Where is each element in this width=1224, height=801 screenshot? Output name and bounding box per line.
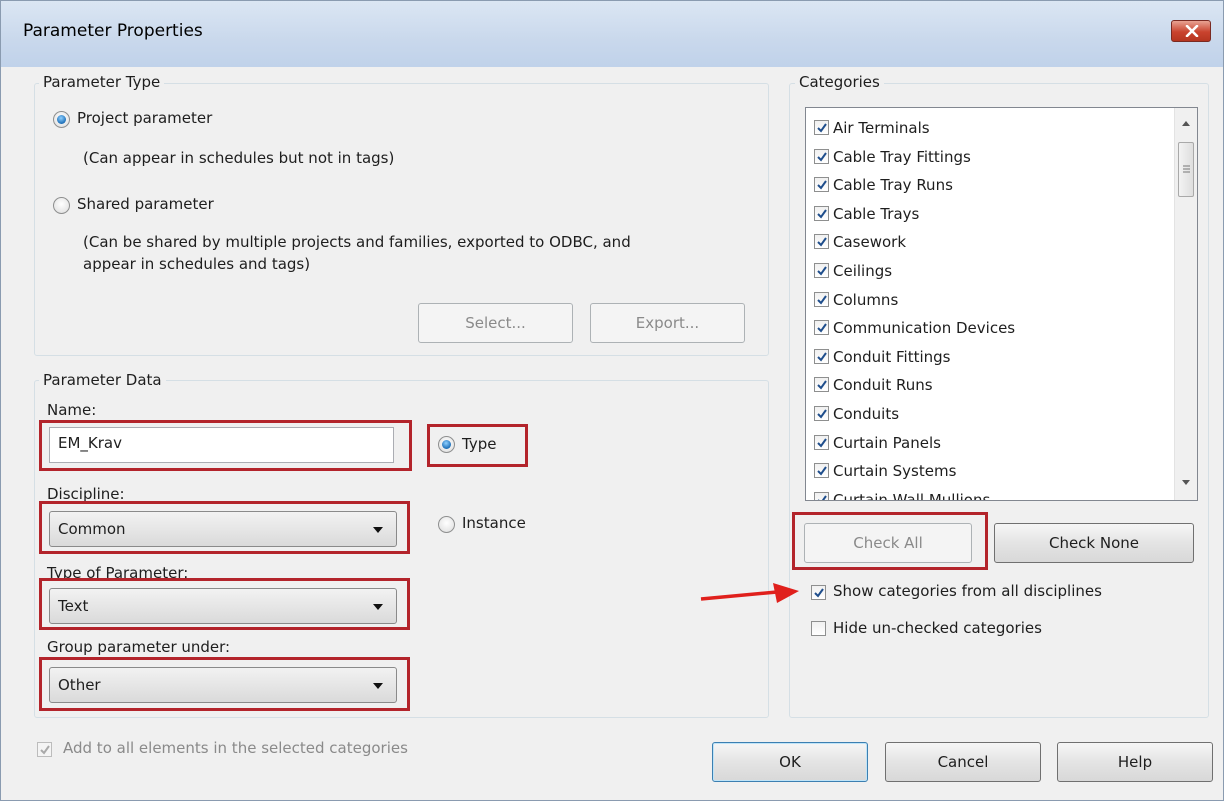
name-highlight bbox=[39, 420, 412, 471]
title-bar[interactable]: Parameter Properties bbox=[1, 1, 1223, 67]
category-label: Curtain Wall Mullions bbox=[833, 490, 991, 501]
name-label: Name: bbox=[47, 401, 97, 419]
checkmark-icon bbox=[814, 588, 824, 598]
add-to-all-elements-checkbox[interactable] bbox=[37, 742, 52, 757]
instance-radio[interactable] bbox=[438, 516, 455, 533]
instance-label[interactable]: Instance bbox=[462, 514, 526, 532]
category-label: Casework bbox=[833, 233, 907, 252]
checkmark-icon bbox=[817, 266, 827, 276]
project-parameter-radio[interactable] bbox=[53, 111, 70, 128]
help-button[interactable]: Help bbox=[1057, 742, 1213, 782]
select-button[interactable]: Select... bbox=[418, 303, 573, 343]
category-checkbox[interactable] bbox=[814, 263, 829, 278]
show-all-disciplines-label[interactable]: Show categories from all disciplines bbox=[833, 582, 1102, 600]
checkmark-icon bbox=[817, 295, 827, 305]
close-button[interactable] bbox=[1171, 20, 1211, 42]
category-label: Curtain Panels bbox=[833, 433, 941, 452]
checkmark-icon bbox=[817, 438, 827, 448]
dialog-title: Parameter Properties bbox=[23, 21, 203, 41]
shared-parameter-description-line2: appear in schedules and tags) bbox=[83, 255, 311, 273]
parameter-type-legend: Parameter Type bbox=[39, 73, 165, 91]
shared-parameter-label[interactable]: Shared parameter bbox=[77, 195, 214, 213]
checkmark-icon bbox=[817, 123, 827, 133]
category-label: Air Terminals bbox=[833, 119, 930, 137]
hide-unchecked-checkbox[interactable] bbox=[811, 621, 826, 636]
category-checkbox[interactable] bbox=[814, 463, 829, 479]
category-label: Conduits bbox=[833, 405, 900, 423]
project-parameter-label[interactable]: Project parameter bbox=[77, 109, 212, 127]
category-checkbox[interactable] bbox=[814, 434, 829, 450]
discipline-highlight bbox=[39, 501, 410, 554]
scroll-up-icon[interactable] bbox=[1182, 120, 1190, 126]
parameter-properties-dialog: Parameter Properties Parameter Type Proj… bbox=[0, 0, 1224, 801]
add-to-all-elements-label: Add to all elements in the selected cate… bbox=[63, 739, 408, 757]
group-parameter-under-label: Group parameter under: bbox=[47, 638, 231, 656]
checkmark-icon bbox=[817, 380, 827, 390]
category-checkbox[interactable] bbox=[814, 148, 829, 164]
category-label: Conduit Fittings bbox=[833, 347, 951, 366]
categories-scrollbar[interactable] bbox=[1174, 108, 1197, 500]
type-highlight bbox=[427, 424, 528, 467]
category-checkbox[interactable] bbox=[814, 377, 829, 393]
category-label: Cable Tray Runs bbox=[833, 176, 953, 195]
category-checkbox[interactable] bbox=[814, 320, 829, 336]
category-label: Communication Devices bbox=[833, 319, 1016, 338]
check-none-button[interactable]: Check None bbox=[994, 523, 1194, 563]
checkmark-icon bbox=[817, 495, 827, 500]
group-parameter-under-highlight bbox=[39, 657, 410, 711]
category-checkbox[interactable] bbox=[814, 291, 829, 307]
shared-parameter-description-line1: (Can be shared by multiple projects and … bbox=[83, 233, 631, 251]
parameter-data-legend: Parameter Data bbox=[39, 371, 166, 389]
checkmark-icon bbox=[817, 323, 827, 333]
category-label: Curtain Systems bbox=[833, 462, 957, 481]
grip-icon bbox=[1183, 165, 1190, 173]
cancel-button[interactable]: Cancel bbox=[885, 742, 1041, 782]
category-label: Columns bbox=[833, 290, 899, 309]
checkmark-icon bbox=[817, 237, 827, 247]
category-checkbox[interactable] bbox=[814, 406, 829, 421]
close-icon bbox=[1185, 25, 1199, 37]
checkmark-icon bbox=[817, 466, 827, 476]
checkmark-icon bbox=[40, 745, 50, 755]
scroll-down-icon[interactable] bbox=[1182, 480, 1190, 486]
category-checkbox[interactable] bbox=[814, 205, 829, 221]
categories-list[interactable]: Air Terminals Cable Tray Fittings Cable Tr… bbox=[805, 107, 1198, 501]
scrollbar-thumb[interactable] bbox=[1178, 142, 1194, 197]
category-checkbox[interactable] bbox=[814, 120, 829, 135]
red-arrow-icon bbox=[700, 583, 799, 603]
category-checkbox[interactable] bbox=[814, 177, 829, 193]
checkmark-icon bbox=[817, 180, 827, 190]
checkmark-icon bbox=[817, 352, 827, 362]
categories-legend: Categories bbox=[795, 73, 884, 91]
project-parameter-description: (Can appear in schedules but not in tags… bbox=[83, 149, 395, 167]
category-label: Cable Trays bbox=[833, 204, 920, 223]
ok-button[interactable]: OK bbox=[712, 742, 868, 782]
type-of-parameter-highlight bbox=[39, 578, 410, 630]
hide-unchecked-label[interactable]: Hide un-checked categories bbox=[833, 619, 1042, 637]
category-checkbox[interactable] bbox=[814, 491, 829, 500]
category-checkbox[interactable] bbox=[814, 348, 829, 364]
category-label: Ceilings bbox=[833, 262, 893, 280]
category-label: Conduit Runs bbox=[833, 376, 933, 395]
category-label: Cable Tray Fittings bbox=[833, 147, 971, 166]
checkmark-icon bbox=[817, 209, 827, 219]
export-button[interactable]: Export... bbox=[590, 303, 745, 343]
check-all-highlight bbox=[792, 512, 988, 570]
checkmark-icon bbox=[817, 152, 827, 162]
checkmark-icon bbox=[817, 409, 827, 419]
category-checkbox[interactable] bbox=[814, 234, 829, 250]
shared-parameter-radio[interactable] bbox=[53, 197, 70, 214]
show-all-disciplines-checkbox[interactable] bbox=[811, 585, 826, 600]
